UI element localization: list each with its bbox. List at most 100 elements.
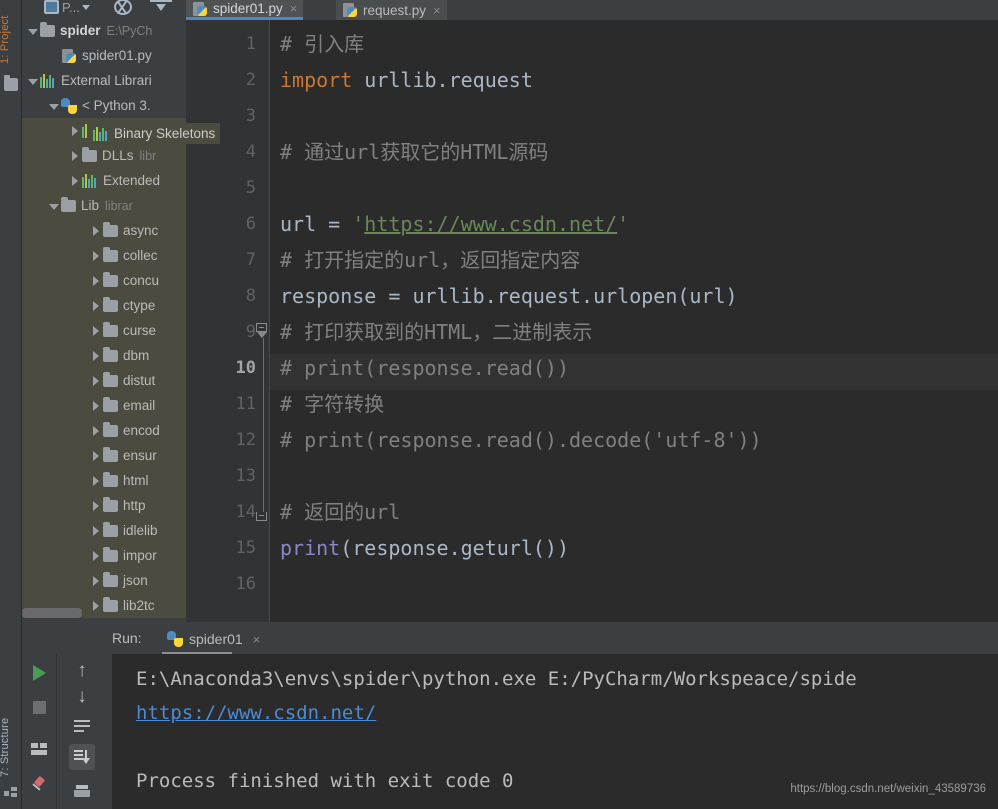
- python-file-icon: [342, 2, 358, 18]
- code-content[interactable]: # 引入库 import urllib.request # 通过url获取它的HTM…: [270, 20, 998, 622]
- tree-item-label: spider: [60, 23, 101, 38]
- python-file-icon: [192, 1, 208, 17]
- folder-icon: [103, 321, 118, 337]
- chevron-right-icon[interactable]: [89, 249, 103, 263]
- scroll-to-end-icon: [74, 749, 90, 765]
- code-line: # 通过url获取它的HTML源码: [280, 134, 548, 170]
- line-number: 4: [245, 142, 256, 162]
- tree-item-tooltip: Binary Skeletons: [88, 123, 221, 144]
- tree-item-label: dbm: [123, 348, 150, 363]
- code-line: # 返回的url: [280, 494, 400, 530]
- project-selector-label: P...: [62, 0, 80, 15]
- chevron-right-icon[interactable]: [89, 274, 103, 288]
- fold-marker-collapse-icon[interactable]: [256, 323, 269, 338]
- folder-icon: [103, 371, 118, 387]
- project-tree-horizontal-scrollbar[interactable]: [22, 608, 82, 618]
- chevron-down-icon: [81, 4, 90, 10]
- tree-item-label: spider01.py: [82, 48, 152, 63]
- chevron-right-icon[interactable]: [68, 149, 82, 163]
- folder-icon: [103, 496, 118, 512]
- arrow-down-icon: [77, 687, 87, 707]
- chevron-down-icon[interactable]: [26, 74, 40, 88]
- console-line: E:\Anaconda3\envs\spider\python.exe E:/P…: [136, 668, 857, 690]
- folder-icon: [103, 346, 118, 362]
- sidebar-tab-project[interactable]: 1: Project: [0, 2, 21, 66]
- line-number: 14: [235, 502, 256, 522]
- chevron-right-icon[interactable]: [68, 174, 82, 188]
- line-number: 10: [235, 358, 256, 378]
- tree-item-label: < Python 3.: [82, 98, 151, 113]
- console-link[interactable]: https://www.csdn.net/: [136, 702, 376, 724]
- tab-spider01-py[interactable]: spider01.py ×: [186, 0, 304, 20]
- soft-wrap-button[interactable]: [69, 714, 95, 740]
- folder-icon: [4, 75, 18, 91]
- chevron-right-icon[interactable]: [89, 399, 103, 413]
- chevron-right-icon[interactable]: [89, 349, 103, 363]
- code-token: urllib.request: [352, 68, 533, 92]
- folder-icon: [103, 546, 118, 562]
- run-panel-header: Run: spider01 ×: [22, 622, 998, 655]
- tree-item-label: idlelib: [123, 523, 158, 538]
- run-panel-title: Run:: [112, 630, 142, 646]
- folder-icon: [103, 521, 118, 537]
- project-selector[interactable]: P...: [44, 0, 90, 16]
- editor-gutter[interactable]: 1 2 3 4 5 6 7 8 9 10 11 12 13 14 15 16: [186, 20, 270, 622]
- chevron-right-icon[interactable]: [89, 549, 103, 563]
- chevron-right-icon[interactable]: [89, 449, 103, 463]
- run-tab-spider01[interactable]: spider01 ×: [167, 626, 260, 652]
- chevron-right-icon[interactable]: [89, 299, 103, 313]
- chevron-right-icon[interactable]: [89, 524, 103, 538]
- code-editor[interactable]: 1 2 3 4 5 6 7 8 9 10 11 12 13 14 15 16 # 引入库 import urll…: [186, 20, 998, 622]
- folder-icon: [82, 146, 97, 162]
- chevron-right-icon[interactable]: [89, 224, 103, 238]
- close-icon[interactable]: ×: [290, 1, 298, 16]
- code-line: # print(response.read()): [280, 350, 569, 386]
- sidebar-tab-structure[interactable]: 7: Structure: [0, 703, 21, 779]
- line-number: 6: [245, 214, 256, 234]
- code-token: # 打印获取到的HTML，二进制表示: [280, 320, 593, 344]
- tree-item-label: http: [123, 498, 146, 513]
- chevron-right-icon[interactable]: [89, 424, 103, 438]
- fold-marker-end-icon[interactable]: [256, 512, 269, 525]
- up-button[interactable]: [69, 658, 95, 684]
- collapse-all-icon[interactable]: [150, 0, 172, 16]
- pycharm-window: 1: Project 7: Structure P... spider E:\Py…: [0, 0, 998, 809]
- scroll-to-end-button[interactable]: [69, 744, 95, 770]
- tab-request-py[interactable]: request.py ×: [336, 0, 447, 20]
- chevron-right-icon[interactable]: [89, 599, 103, 613]
- chevron-right-icon[interactable]: [89, 474, 103, 488]
- close-icon[interactable]: ×: [253, 632, 261, 647]
- pin-button[interactable]: [26, 772, 52, 798]
- structure-icon: [4, 787, 18, 799]
- steering-wheel-icon[interactable]: [114, 0, 132, 16]
- run-button[interactable]: [26, 660, 52, 686]
- tree-item-label: lib2tc: [123, 598, 155, 613]
- chevron-right-icon[interactable]: [89, 499, 103, 513]
- chevron-right-icon[interactable]: [89, 574, 103, 588]
- folder-icon: [103, 246, 118, 262]
- tree-item-label: External Librari: [61, 73, 152, 88]
- down-button[interactable]: [69, 684, 95, 710]
- arrow-up-icon: [77, 661, 87, 681]
- line-number: 5: [245, 178, 256, 198]
- code-token: # 引入库: [280, 32, 365, 56]
- console-actions-toolbar: [56, 654, 112, 809]
- code-token: (response.geturl()): [340, 536, 569, 560]
- folder-icon: [103, 221, 118, 237]
- print-button[interactable]: [69, 778, 95, 804]
- close-icon[interactable]: ×: [433, 3, 441, 18]
- chevron-right-icon[interactable]: [89, 324, 103, 338]
- tree-item-hint: libr: [139, 148, 157, 163]
- line-number: 9: [245, 322, 256, 342]
- folder-icon: [103, 571, 118, 587]
- chevron-down-icon[interactable]: [47, 99, 61, 113]
- chevron-down-icon[interactable]: [26, 24, 40, 38]
- folder-icon: [103, 596, 118, 612]
- stop-button[interactable]: [26, 694, 52, 720]
- chevron-right-icon[interactable]: [68, 124, 82, 138]
- layout-button[interactable]: [26, 736, 52, 762]
- stop-icon: [32, 700, 46, 714]
- chevron-right-icon[interactable]: [89, 374, 103, 388]
- code-line: import urllib.request: [280, 62, 533, 98]
- chevron-down-icon[interactable]: [47, 199, 61, 213]
